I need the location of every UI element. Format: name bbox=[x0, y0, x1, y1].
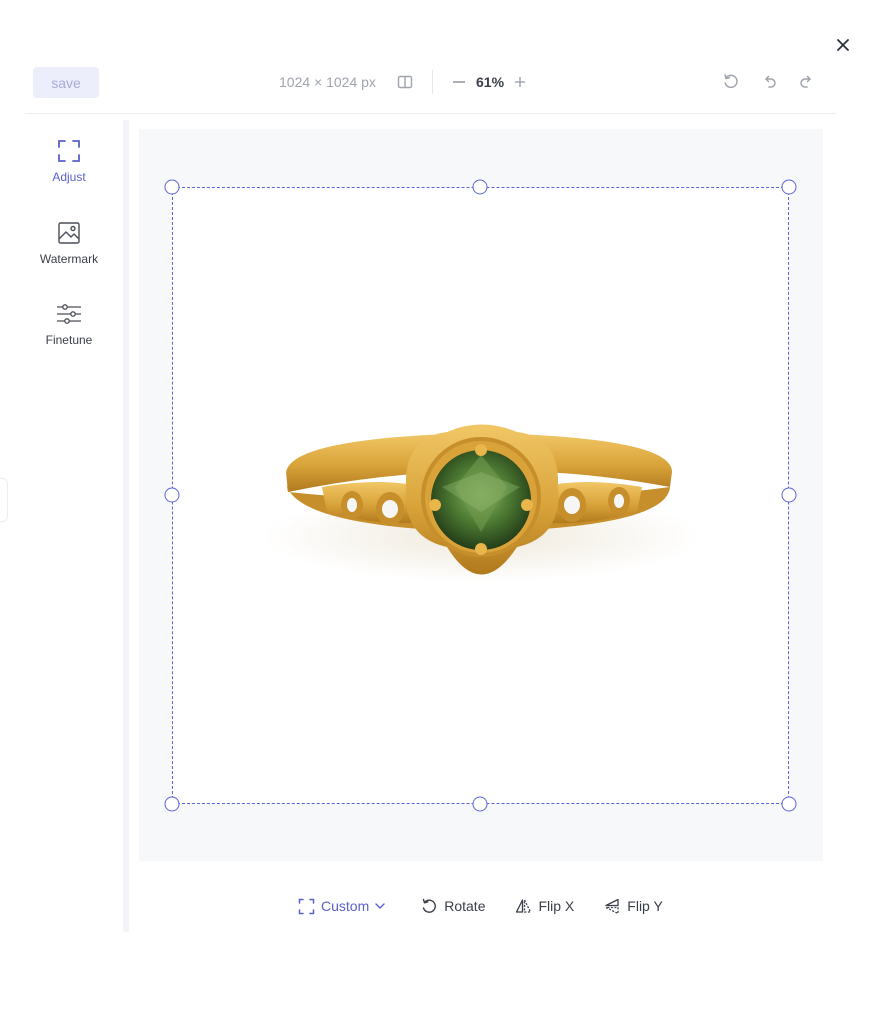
image-dimensions: 1024 × 1024 px bbox=[279, 74, 376, 90]
crop-frame-icon bbox=[58, 140, 80, 162]
flip-x-label: Flip X bbox=[538, 898, 575, 914]
tool-adjust-label: Adjust bbox=[52, 170, 86, 184]
tools-sidebar: Adjust Watermark Finetune bbox=[25, 120, 129, 932]
aspect-ratio-label: Custom bbox=[321, 898, 370, 914]
crop-handle-bottom[interactable] bbox=[472, 796, 488, 812]
close-button[interactable] bbox=[832, 34, 854, 56]
toolbar-divider bbox=[432, 70, 433, 94]
crop-handle-bottom-right[interactable] bbox=[781, 796, 797, 812]
sliders-icon bbox=[57, 304, 81, 324]
chevron-down-icon bbox=[375, 903, 385, 909]
product-photo bbox=[172, 187, 789, 804]
rotate-icon bbox=[423, 898, 437, 913]
side-panel-tab[interactable] bbox=[0, 478, 8, 522]
reset-icon[interactable] bbox=[722, 73, 740, 91]
crop-handle-top[interactable] bbox=[472, 179, 488, 195]
tool-finetune-label: Finetune bbox=[45, 333, 93, 347]
redo-icon[interactable] bbox=[797, 73, 815, 91]
crop-handle-right[interactable] bbox=[781, 487, 797, 503]
plus-icon bbox=[515, 77, 525, 87]
flip-y-label: Flip Y bbox=[627, 898, 663, 914]
flip-vertical-icon bbox=[605, 898, 619, 914]
crop-handle-left[interactable] bbox=[164, 487, 180, 503]
flip-horizontal-icon bbox=[516, 898, 532, 913]
tool-finetune[interactable]: Finetune bbox=[25, 301, 113, 347]
aspect-ratio-dropdown[interactable]: Custom bbox=[298, 898, 391, 915]
crop-handle-top-right[interactable] bbox=[781, 179, 797, 195]
tool-adjust[interactable]: Adjust bbox=[25, 138, 113, 184]
minus-icon bbox=[453, 81, 465, 83]
flip-x-button[interactable]: Flip X bbox=[515, 898, 574, 915]
crop-handle-bottom-left[interactable] bbox=[164, 796, 180, 812]
crop-handle-top-left[interactable] bbox=[164, 179, 180, 195]
crop-frame-icon bbox=[298, 898, 315, 914]
editor-toolbar: save 1024 × 1024 px 61% bbox=[25, 62, 836, 114]
close-icon bbox=[837, 39, 849, 51]
zoom-level: 61% bbox=[476, 74, 505, 90]
rotate-button[interactable]: Rotate bbox=[421, 898, 485, 915]
transform-toolbar: Custom Rotate Flip X Flip Y bbox=[298, 893, 693, 919]
flip-y-button[interactable]: Flip Y bbox=[604, 898, 663, 915]
zoom-in-button[interactable] bbox=[512, 72, 528, 92]
ring-image bbox=[262, 424, 702, 582]
image-icon bbox=[58, 222, 80, 244]
tool-watermark-label: Watermark bbox=[39, 252, 99, 266]
compare-icon[interactable] bbox=[397, 74, 413, 90]
rotate-label: Rotate bbox=[444, 898, 486, 914]
zoom-out-button[interactable] bbox=[451, 72, 467, 92]
undo-icon[interactable] bbox=[761, 73, 779, 91]
save-button[interactable]: save bbox=[33, 67, 99, 98]
tool-watermark[interactable]: Watermark bbox=[25, 220, 113, 266]
